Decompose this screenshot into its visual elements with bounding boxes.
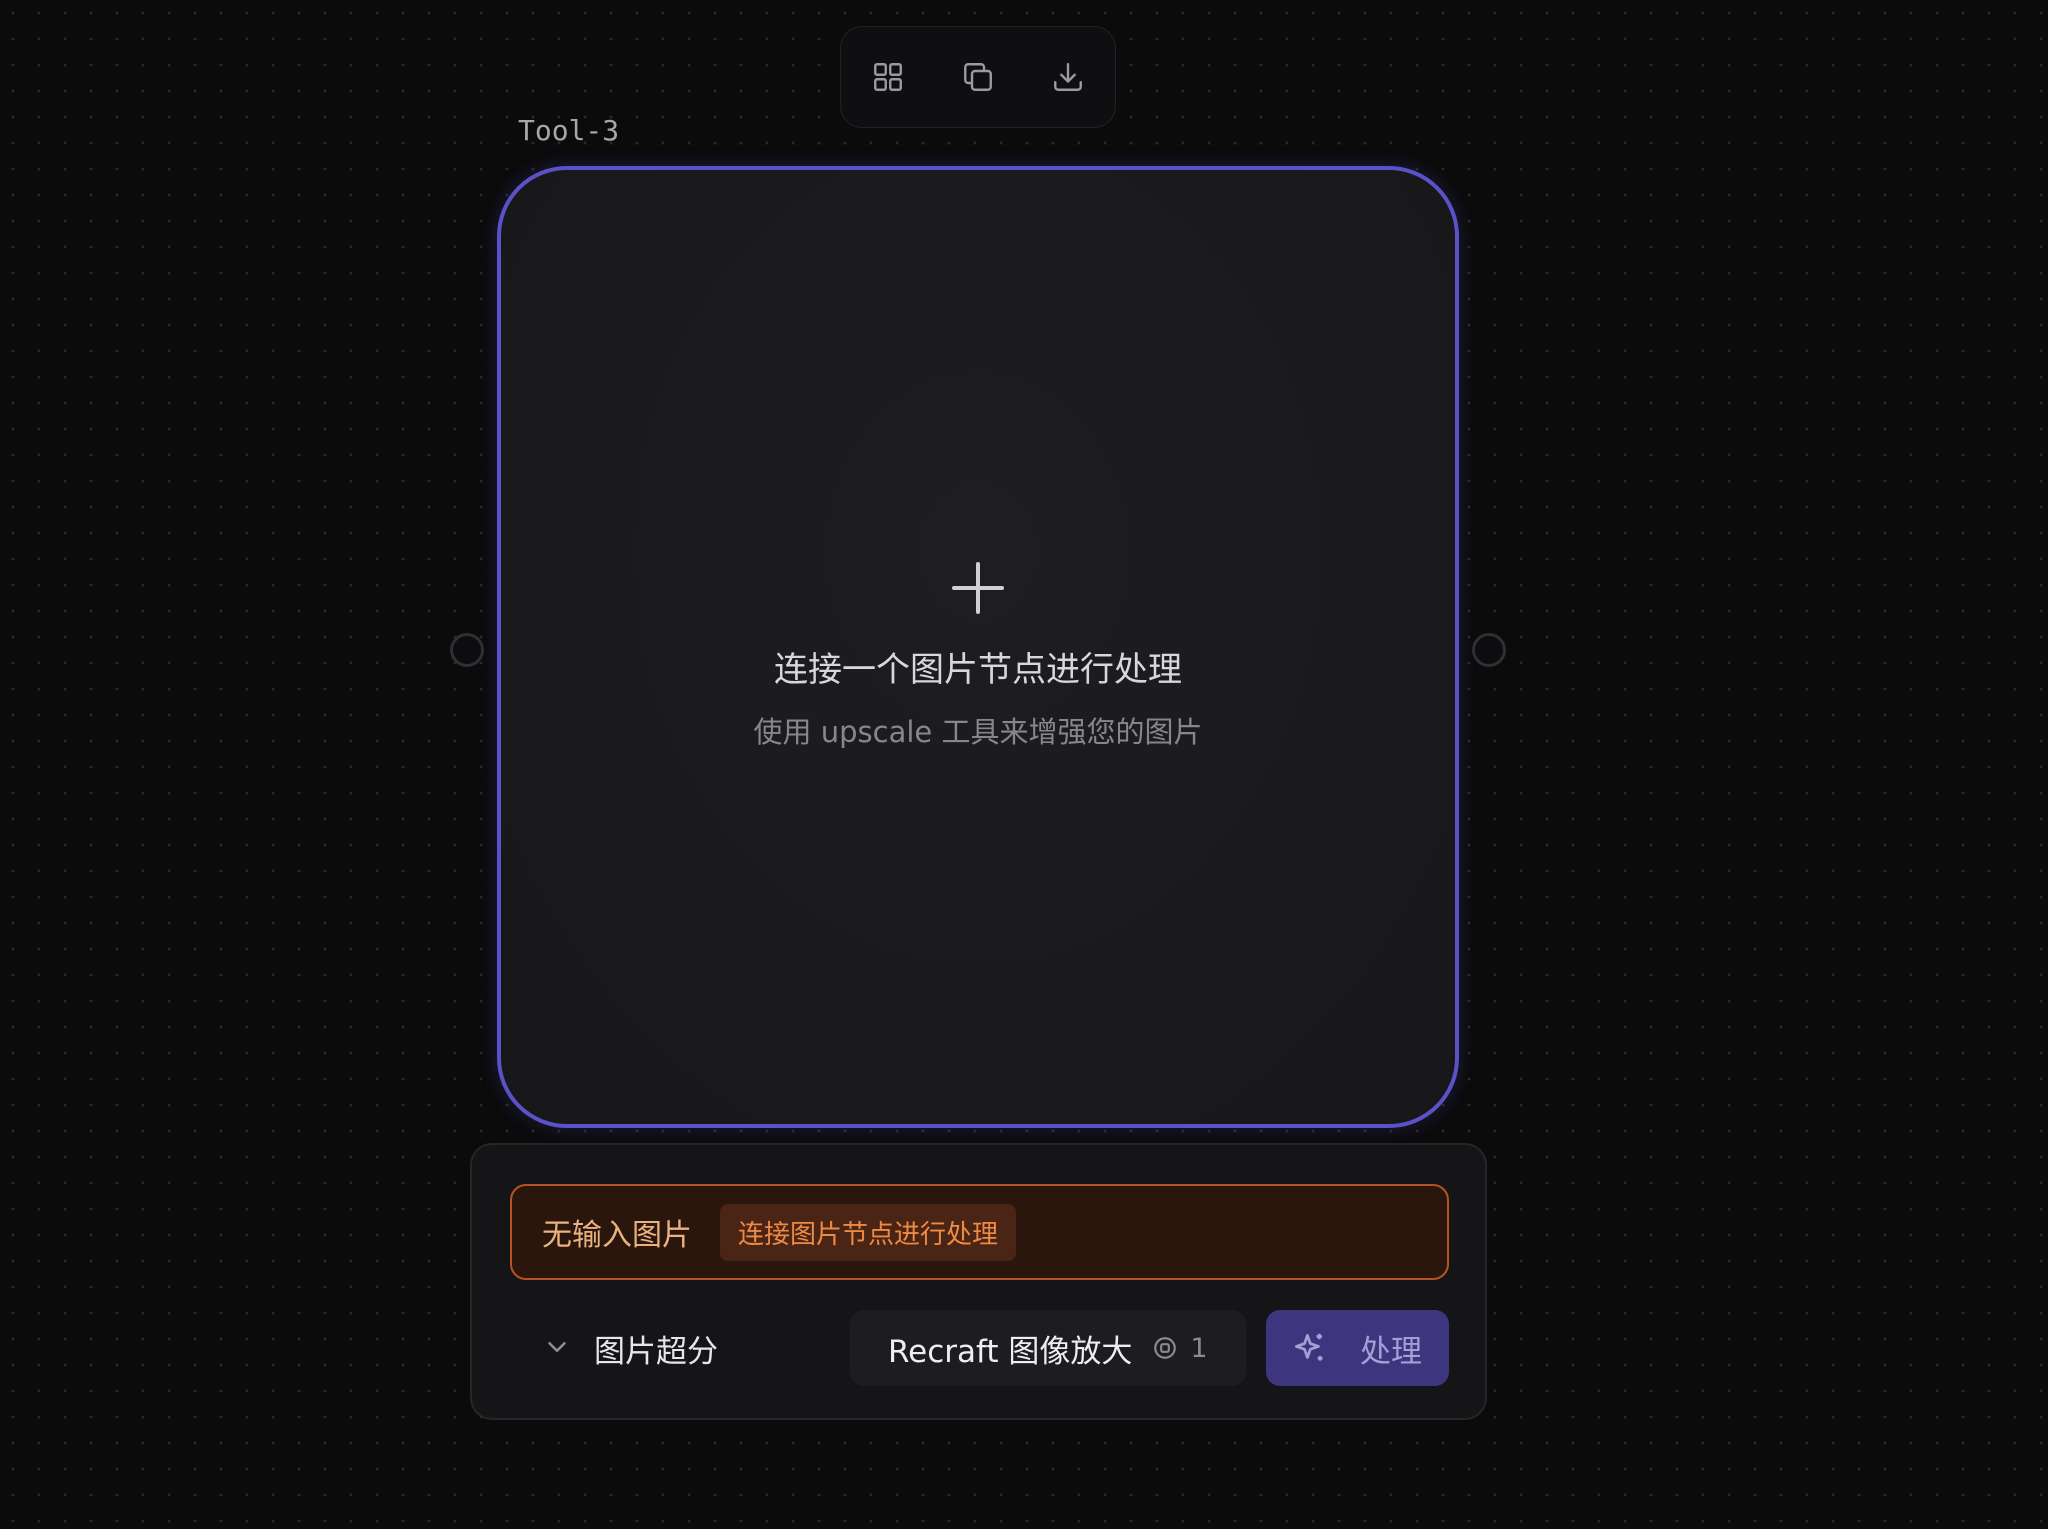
model-select[interactable]: Recraft 图像放大 1 bbox=[850, 1310, 1246, 1386]
process-button-label: 处理 bbox=[1360, 1333, 1422, 1370]
tool-node-card[interactable]: 连接一个图片节点进行处理 使用 upscale 工具来增强您的图片 bbox=[497, 166, 1459, 1128]
credit-count: 1 bbox=[1190, 1332, 1208, 1364]
model-name: Recraft 图像放大 bbox=[888, 1333, 1133, 1370]
node-label: Tool-3 bbox=[518, 114, 620, 147]
tool-config-row: 图片超分 Recraft 图像放大 1 处理 bbox=[472, 1310, 1485, 1386]
chevron-down-icon[interactable] bbox=[542, 1332, 572, 1362]
section-title[interactable]: 图片超分 bbox=[594, 1326, 718, 1371]
output-handle[interactable] bbox=[1472, 633, 1506, 667]
warning-text: 无输入图片 bbox=[542, 1218, 692, 1253]
credit-icon bbox=[1154, 1337, 1177, 1359]
download-button[interactable] bbox=[1048, 57, 1088, 97]
process-button[interactable]: 处理 bbox=[1266, 1310, 1449, 1386]
duplicate-icon bbox=[964, 63, 992, 91]
empty-state-subtitle: 使用 upscale 工具来增强您的图片 bbox=[753, 715, 1203, 749]
sparkle-icon bbox=[1294, 1333, 1323, 1361]
grid-icon bbox=[874, 63, 902, 91]
no-input-warning: 无输入图片 连接图片节点进行处理 bbox=[510, 1184, 1449, 1280]
plus-icon bbox=[952, 562, 1004, 614]
warning-badge: 连接图片节点进行处理 bbox=[720, 1203, 1017, 1261]
empty-state-title: 连接一个图片节点进行处理 bbox=[774, 650, 1182, 690]
node-toolbar bbox=[840, 26, 1116, 128]
empty-state: 连接一个图片节点进行处理 使用 upscale 工具来增强您的图片 bbox=[501, 560, 1455, 751]
tool-settings-panel: 无输入图片 连接图片节点进行处理 图片超分 Recraft 图像放大 1 处理 bbox=[470, 1143, 1487, 1420]
download-icon bbox=[1054, 63, 1082, 91]
input-handle[interactable] bbox=[450, 633, 484, 667]
grid-button[interactable] bbox=[868, 57, 908, 97]
duplicate-button[interactable] bbox=[958, 57, 998, 97]
